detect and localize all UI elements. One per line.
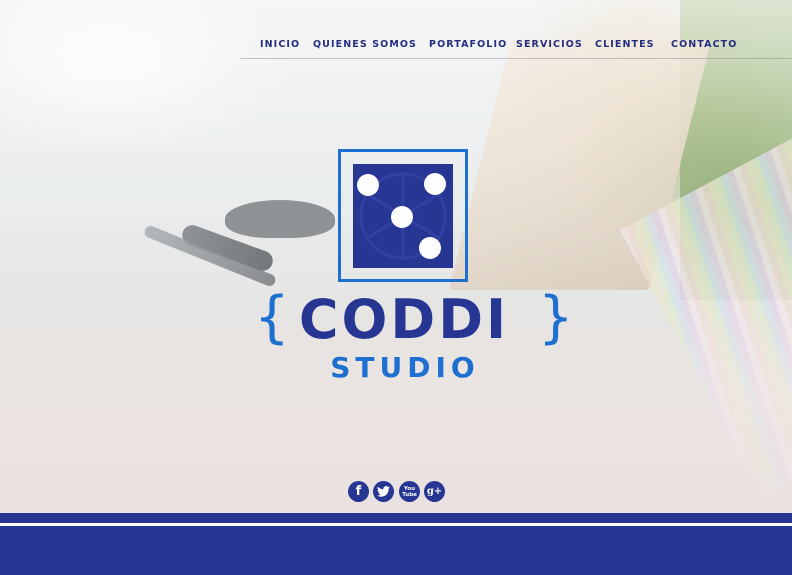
nav-link-clientes[interactable]: CLIENTES	[595, 39, 655, 50]
google-plus-icon[interactable]: g+	[424, 481, 445, 502]
facebook-glyph: f	[355, 484, 362, 499]
google-plus-glyph: g+	[426, 486, 443, 497]
footer-band	[0, 526, 792, 575]
nav-link-inicio[interactable]: INICIO	[260, 39, 300, 50]
brand-name: CODDI	[298, 288, 510, 351]
nav-link-servicios[interactable]: SERVICIOS	[516, 39, 583, 50]
footer-stripe-top	[0, 513, 792, 523]
nav-link-contacto[interactable]: CONTACTO	[671, 39, 737, 50]
youtube-icon[interactable]: You Tube	[399, 481, 420, 502]
youtube-glyph: You Tube	[402, 485, 417, 498]
twitter-icon[interactable]	[373, 481, 394, 502]
twitter-bird-icon	[377, 486, 390, 497]
facebook-icon[interactable]: f	[348, 481, 369, 502]
main-nav: INICIO QUIENES SOMOS PORTAFOLIO SERVICIO…	[240, 34, 792, 59]
nav-link-quienes-somos[interactable]: QUIENES SOMOS	[313, 39, 417, 50]
brand-subtitle: STUDIO	[330, 351, 480, 384]
dice-logo-icon	[353, 164, 453, 268]
social-links: f You Tube g+	[348, 481, 448, 503]
nav-link-portafolio[interactable]: PORTAFOLIO	[429, 39, 507, 50]
brace-close: }	[538, 285, 574, 350]
brand-wordmark: { CODDI }	[254, 288, 574, 352]
